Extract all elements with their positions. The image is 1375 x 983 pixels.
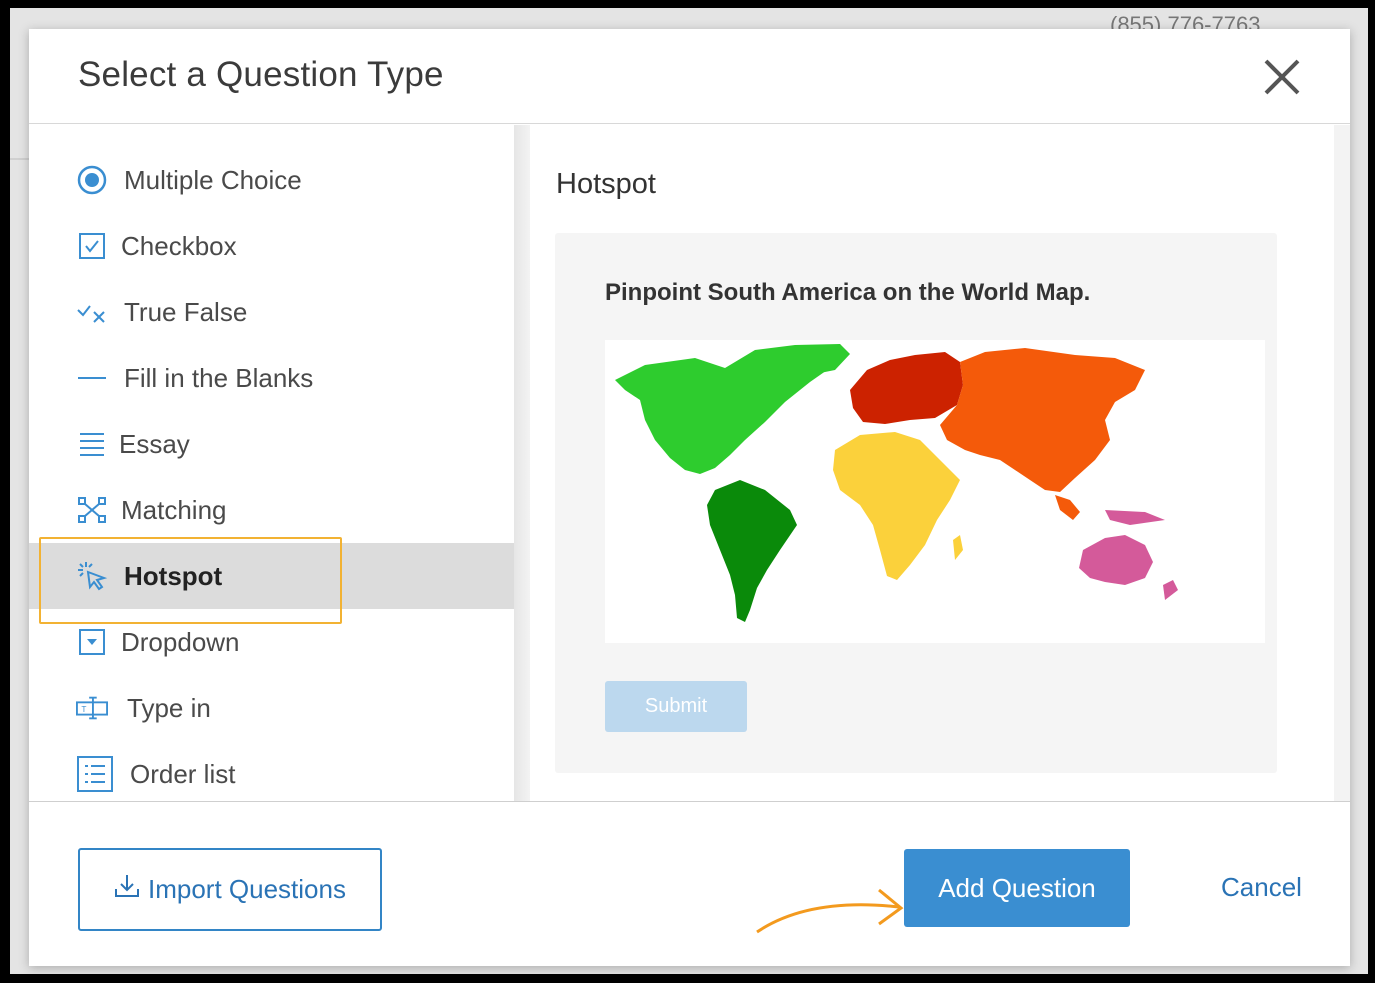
- matching-icon: [76, 494, 108, 526]
- download-icon: [114, 873, 140, 906]
- type-in-icon: T: [76, 692, 108, 724]
- close-icon[interactable]: [1262, 57, 1302, 97]
- import-questions-button[interactable]: Import Questions: [78, 848, 382, 931]
- preview-scrollbar[interactable]: [1334, 125, 1350, 801]
- dash-icon: [76, 362, 108, 394]
- preview-panel: Hotspot Pinpoint South America on the Wo…: [530, 125, 1334, 801]
- preview-card: Pinpoint South America on the World Map.: [555, 233, 1277, 773]
- islands-region: [1105, 510, 1165, 525]
- question-type-label: Multiple Choice: [124, 164, 302, 195]
- order-list-icon: [76, 755, 114, 793]
- lines-icon: [76, 428, 108, 460]
- sidebar-scrollbar[interactable]: [514, 125, 530, 801]
- question-type-label: True False: [124, 296, 248, 327]
- question-type-matching[interactable]: Matching: [29, 477, 514, 543]
- dropdown-icon: [76, 626, 108, 658]
- question-type-label: Checkbox: [121, 230, 237, 261]
- checkbox-icon: [76, 230, 108, 262]
- hotspot-cursor-icon: [76, 560, 108, 592]
- question-type-checkbox[interactable]: Checkbox: [29, 213, 514, 279]
- world-map[interactable]: [605, 340, 1265, 643]
- oceania-region: [1079, 535, 1153, 585]
- question-type-list: Multiple Choice Checkbox True False Fill…: [29, 125, 514, 801]
- question-type-hotspot[interactable]: Hotspot: [29, 543, 514, 609]
- question-type-label: Dropdown: [121, 626, 240, 657]
- question-type-label: Order list: [130, 758, 236, 789]
- import-questions-label: Import Questions: [148, 874, 346, 904]
- europe-region: [850, 352, 963, 424]
- question-type-label: Hotspot: [124, 560, 223, 591]
- africa-region: [833, 432, 960, 580]
- question-type-label: Type in: [127, 692, 211, 723]
- question-type-true-false[interactable]: True False: [29, 279, 514, 345]
- asia-region: [940, 348, 1145, 492]
- background-divider: [10, 158, 30, 160]
- modal-header: Select a Question Type: [29, 29, 1350, 124]
- new-zealand-region: [1163, 580, 1178, 600]
- pointer-arrow-icon: [756, 888, 904, 934]
- modal-footer: Import Questions Add Question Cancel: [29, 801, 1350, 966]
- south-america-region: [707, 480, 797, 622]
- svg-text:T: T: [81, 705, 87, 714]
- add-question-button[interactable]: Add Question: [904, 849, 1130, 927]
- question-type-label: Fill in the Blanks: [124, 362, 314, 393]
- question-text: Pinpoint South America on the World Map.: [605, 279, 1091, 306]
- question-type-label: Matching: [121, 494, 227, 525]
- question-type-label: Essay: [119, 428, 190, 459]
- question-type-essay[interactable]: Essay: [29, 411, 514, 477]
- question-type-type-in[interactable]: T Type in: [29, 675, 514, 741]
- question-type-modal: Select a Question Type Multiple Choice C…: [29, 29, 1350, 966]
- radio-icon: [76, 164, 108, 196]
- preview-title: Hotspot: [556, 168, 656, 200]
- true-false-icon: [76, 296, 108, 328]
- modal-title: Select a Question Type: [78, 55, 444, 94]
- southeast-asia-region: [1055, 495, 1080, 520]
- question-type-dropdown[interactable]: Dropdown: [29, 609, 514, 675]
- madagascar-region: [953, 535, 963, 560]
- submit-button[interactable]: Submit: [605, 681, 747, 732]
- cancel-button[interactable]: Cancel: [1221, 872, 1302, 903]
- question-type-multiple-choice[interactable]: Multiple Choice: [29, 147, 514, 213]
- question-type-fill-blanks[interactable]: Fill in the Blanks: [29, 345, 514, 411]
- question-type-order-list[interactable]: Order list: [29, 741, 514, 801]
